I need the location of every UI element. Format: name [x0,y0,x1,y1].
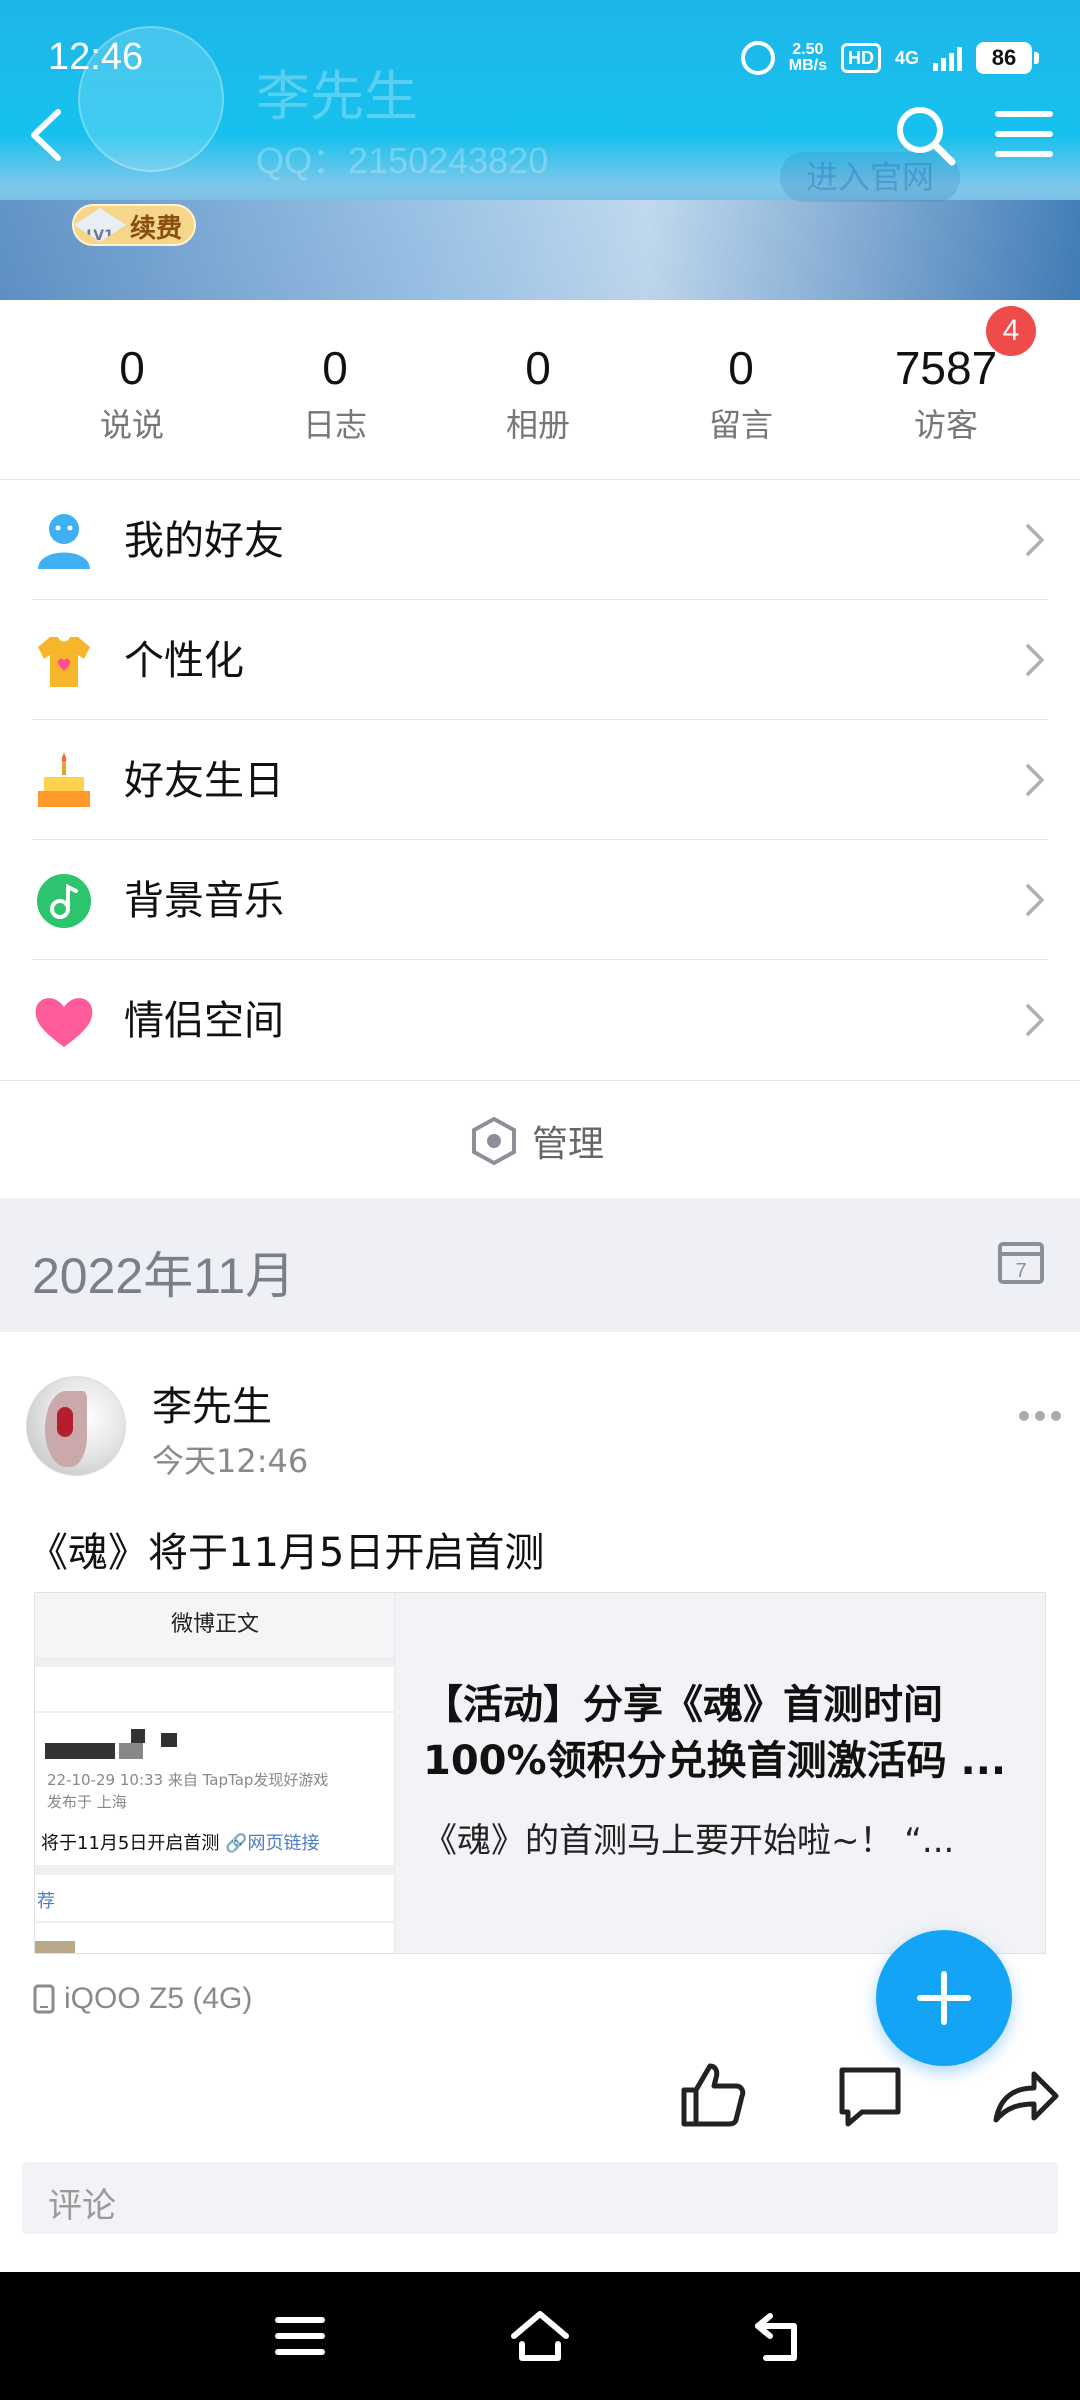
month-label: 2022年11月 [32,1248,296,1304]
profile-header: 李先生 QQ：2150243820 进入官网 12:46 2.50 MB/s H… [0,0,1080,300]
renew-label: 续费 [130,214,183,244]
stat-shuoshuo[interactable]: 0 说说 [32,340,232,446]
music-note-icon [37,874,91,928]
stat-blog[interactable]: 0 日志 [235,340,435,446]
menu-item-birthdays[interactable]: 好友生日 [0,720,1080,840]
menu-item-label: 背景音乐 [124,878,284,924]
stat-value: 0 [525,342,551,394]
level-icon: LV1 [74,208,126,242]
phone-icon [33,1984,55,2014]
calendar-icon[interactable]: 7 [996,1236,1046,1286]
friends-icon [38,514,90,569]
avatar[interactable] [26,1376,126,1476]
chevron-right-icon [1026,884,1044,916]
header-name: 李先生 [256,65,418,128]
speed-value: 2.50 [792,41,824,58]
heart-icon [35,998,93,1047]
chevron-right-icon [1026,644,1044,676]
network-speed: 2.50 MB/s [789,42,827,74]
thumb-title: 微博正文 [35,1593,394,1657]
stat-label: 日志 [302,406,367,444]
stat-value: 0 [322,342,348,394]
thumb-meta: 发布于 上海 [47,1793,127,1811]
speed-unit: MB/s [788,57,827,74]
comment-placeholder: 评论 [48,2186,116,2226]
menu-item-friends[interactable]: 我的好友 [0,480,1080,600]
feed-post: 李先生 今天12:46 《魂》将于11月5日开启首测 微博正文 22-10-29… [0,1332,1080,2272]
link-thumbnail: 微博正文 22-10-29 10:33 来自 TapTap发现好游戏 发布于 上… [35,1593,395,1953]
birthday-cake-icon [38,753,90,807]
post-text: 《魂》将于11月5日开启首测 [28,1530,545,1576]
status-icons: 2.50 MB/s HD 4G 86 [740,36,1039,80]
stat-value: 0 [728,342,754,394]
manage-label: 管理 [532,1124,605,1165]
calendar-day: 7 [1015,1260,1026,1282]
stat-album[interactable]: 0 相册 [438,340,638,446]
more-options-icon[interactable] [1018,1408,1062,1424]
stats-bar: 0 说说 0 日志 0 相册 0 留言 7587 访客 [0,300,1080,480]
stat-label: 说说 [99,406,164,444]
back-button[interactable] [18,100,78,170]
search-icon [897,107,956,166]
chevron-right-icon [1026,1004,1044,1036]
status-time: 12:46 [48,36,144,78]
stat-messages[interactable]: 0 留言 [641,340,841,446]
post-author[interactable]: 李先生 [152,1374,272,1432]
network-type: 4G [894,47,919,68]
menu-item-bg-music[interactable]: 背景音乐 [0,840,1080,960]
menu-item-personalize[interactable]: 个性化 [0,600,1080,720]
post-actions [0,2060,1080,2150]
like-icon[interactable] [676,2060,748,2132]
thumb-rec: 荐 [37,1891,55,1912]
chevron-right-icon [1026,524,1044,556]
search-button[interactable] [890,100,960,170]
stat-visitors[interactable]: 7587 访客 [846,340,1046,446]
menu-item-label: 情侣空间 [124,998,284,1044]
link-card-desc: 《魂》的首测马上要开始啦~！ “... [423,1821,955,1861]
month-header: 2022年11月 7 [0,1198,1080,1332]
device-tag: iQOO Z5 (4G) [32,1982,252,2016]
feature-menu: 我的好友 个性化 好友生日 背景音乐 情侣空间 [0,480,1080,1080]
menu-item-label: 好友生日 [124,758,284,804]
back-nav-icon[interactable] [748,2306,812,2366]
battery-icon: 86 [976,42,1039,74]
menu-item-label: 个性化 [124,638,244,684]
hd-icon: HD [840,43,881,73]
link-card-title: 【活动】分享《魂》首测时间100%领积分兑换首测激活码 ... [423,1682,1007,1784]
compose-fab-button[interactable] [876,1930,1012,2066]
comment-input[interactable]: 评论 [22,2162,1058,2234]
header-qq: QQ：2150243820 [256,140,549,181]
plus-icon [917,1971,971,2025]
back-arrow-icon [31,109,61,161]
device-label: iQOO Z5 (4G) [64,1982,253,2015]
share-icon[interactable] [990,2060,1062,2132]
thumb-meta: 22-10-29 10:33 来自 TapTap发现好游戏 [47,1771,329,1789]
menu-item-label: 我的好友 [124,518,284,564]
thumb-main-text: 将于11月5日开启首测 🔗网页链接 [41,1833,320,1854]
level-renew-badge[interactable]: LV1 续费 [72,204,196,246]
hamburger-icon [995,111,1053,157]
post-time: 今天12:46 [152,1442,309,1480]
signal-icon [933,45,962,71]
system-nav-bar [0,2272,1080,2400]
manage-button[interactable]: 管理 [0,1080,1080,1198]
settings-hexagon-icon [472,1116,516,1166]
recent-apps-icon[interactable] [268,2306,332,2366]
stat-label: 相册 [505,406,570,444]
manage-inner: 管理 [470,1115,604,1167]
tshirt-icon [38,637,90,687]
shared-link-card[interactable]: 微博正文 22-10-29 10:33 来自 TapTap发现好游戏 发布于 上… [34,1592,1046,1954]
menu-item-couple-space[interactable]: 情侣空间 [0,960,1080,1080]
chevron-right-icon [1026,764,1044,796]
visitor-count-badge: 4 [986,306,1036,356]
stat-label: 留言 [708,406,773,444]
comment-icon[interactable] [834,2060,906,2132]
alarm-icon [740,41,775,75]
menu-button[interactable] [990,100,1060,170]
stat-label: 访客 [913,406,978,444]
home-icon[interactable] [508,2306,572,2366]
stat-value: 0 [119,342,145,394]
